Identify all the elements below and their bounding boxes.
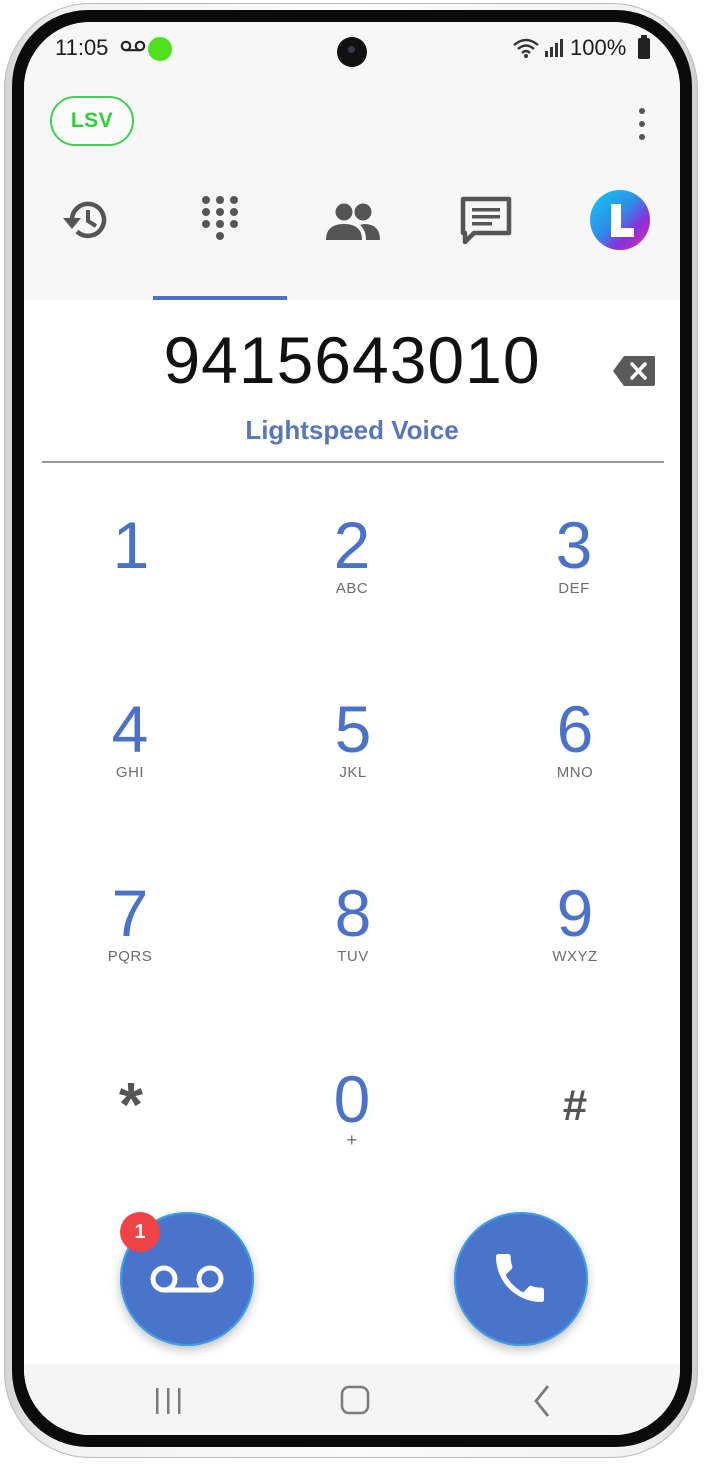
key-2[interactable]: 2 ABC	[272, 512, 432, 632]
key-digit: 1	[112, 508, 150, 582]
home-icon	[340, 1385, 370, 1415]
voicemail-count-badge: 1	[120, 1212, 160, 1252]
message-icon	[460, 196, 512, 245]
key-letters: +	[346, 1130, 358, 1150]
home-button[interactable]	[326, 1376, 386, 1426]
key-letters: MNO	[556, 764, 594, 781]
key-letters: TUV	[337, 948, 369, 965]
history-icon	[63, 201, 107, 239]
tab-dialpad[interactable]	[160, 182, 280, 282]
call-button[interactable]	[454, 1212, 588, 1346]
signal-icon	[545, 39, 563, 57]
key-letters: PQRS	[107, 948, 153, 965]
phone-screen: 11:05 100% LSV 9415643010 Lightspeed Voi…	[24, 22, 680, 1435]
key-9[interactable]: 9 WXYZ	[495, 880, 655, 1000]
key-digit: #	[562, 1081, 588, 1130]
tab-lightspeed[interactable]	[560, 182, 680, 282]
status-bar: 11:05 100%	[24, 22, 680, 82]
key-5[interactable]: 5 JKL	[273, 696, 433, 816]
selected-tab-indicator	[153, 296, 287, 300]
privacy-indicator-dot	[148, 37, 172, 61]
recent-apps-icon	[156, 1388, 181, 1414]
dialed-number[interactable]: 9415643010	[24, 322, 680, 398]
voicemail-icon	[150, 1265, 224, 1293]
key-3[interactable]: 3 DEF	[494, 512, 654, 632]
tab-recents[interactable]	[24, 182, 144, 282]
system-nav-bar	[24, 1364, 680, 1435]
tab-messages[interactable]	[426, 182, 546, 282]
key-4[interactable]: 4 GHI	[50, 696, 210, 816]
key-digit: *	[118, 1071, 144, 1140]
dialpad-icon	[202, 196, 238, 240]
app-logo-icon	[590, 190, 650, 250]
back-icon	[534, 1385, 550, 1417]
key-letters: ABC	[335, 580, 369, 597]
key-digit: 3	[555, 508, 593, 582]
key-1[interactable]: 1	[51, 512, 211, 632]
key-0[interactable]: 0 +	[272, 1066, 432, 1186]
brand-badge[interactable]: LSV	[50, 96, 134, 146]
backspace-icon[interactable]	[612, 355, 656, 387]
key-letters: GHI	[115, 764, 145, 781]
battery-percent: 100%	[570, 35, 627, 60]
key-hash[interactable]: #	[495, 1076, 655, 1196]
key-letters: WXYZ	[552, 948, 598, 965]
key-7[interactable]: 7 PQRS	[50, 880, 210, 1000]
phone-icon	[496, 1254, 544, 1302]
key-6[interactable]: 6 MNO	[495, 696, 655, 816]
display-divider	[42, 461, 664, 463]
wifi-icon	[513, 38, 539, 58]
key-digit: 0	[333, 1062, 371, 1136]
people-icon	[326, 203, 380, 240]
voicemail-status-icon	[120, 40, 146, 52]
key-letters: JKL	[339, 764, 367, 781]
key-digit: 6	[556, 692, 594, 766]
front-camera	[337, 37, 367, 67]
key-8[interactable]: 8 TUV	[273, 880, 433, 1000]
battery-icon	[638, 35, 650, 59]
recent-apps-button[interactable]	[138, 1376, 198, 1426]
tab-contacts[interactable]	[293, 182, 413, 282]
key-digit: 9	[556, 876, 594, 950]
key-digit: 4	[111, 692, 149, 766]
back-button[interactable]	[514, 1376, 574, 1426]
key-digit: 8	[334, 876, 372, 950]
key-digit: 7	[111, 876, 149, 950]
key-digit: 5	[334, 692, 372, 766]
key-star[interactable]: *	[51, 1070, 211, 1190]
status-time: 11:05	[55, 35, 109, 60]
more-options-button[interactable]	[632, 106, 652, 142]
app-header: LSV	[24, 82, 680, 300]
provider-label: Lightspeed Voice	[245, 415, 459, 445]
key-digit: 2	[333, 508, 371, 582]
key-letters: DEF	[558, 580, 590, 597]
